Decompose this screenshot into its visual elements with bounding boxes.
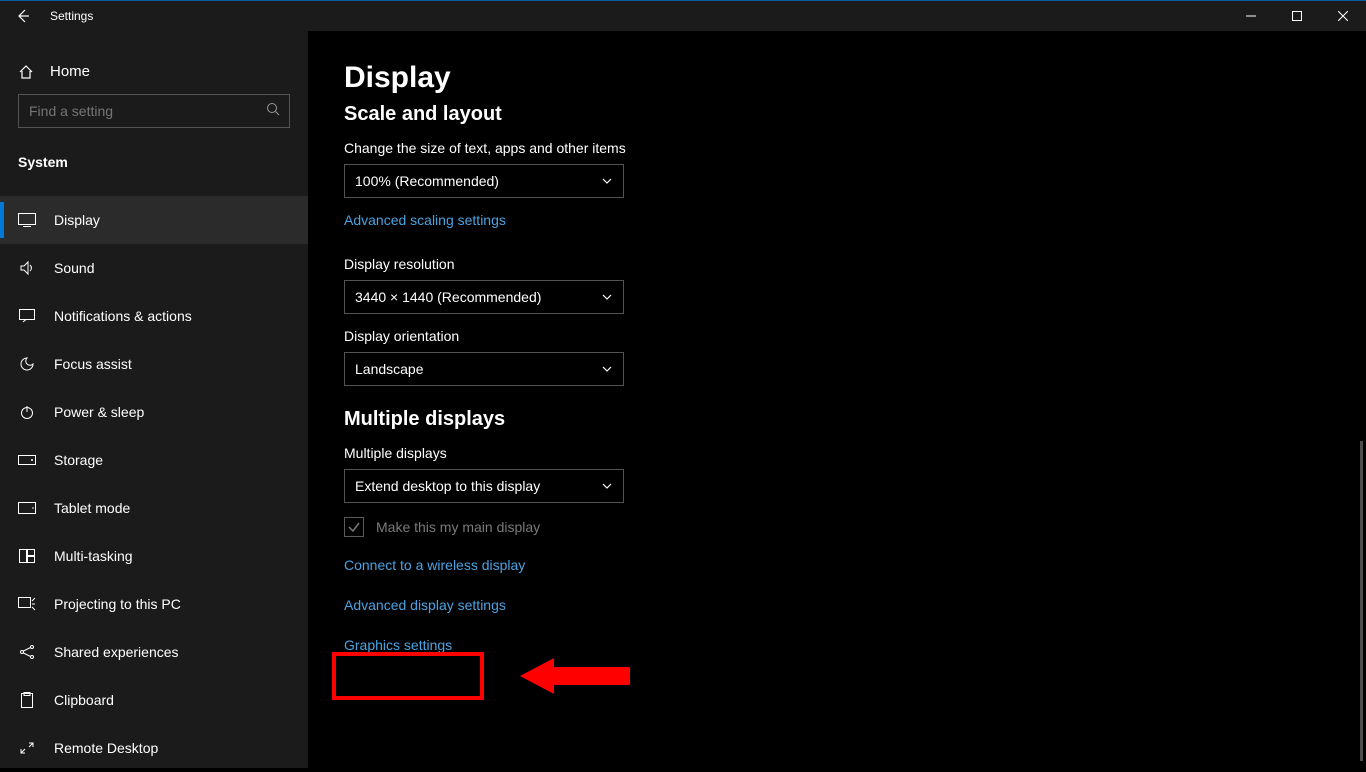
sidebar-item-label: Multi-tasking [54,548,133,564]
scrollbar[interactable] [1360,441,1363,761]
sidebar-item-label: Power & sleep [54,404,144,420]
maximize-icon [1292,11,1302,21]
resolution-dropdown[interactable]: 3440 × 1440 (Recommended) [344,280,624,314]
graphics-settings-link[interactable]: Graphics settings [344,637,452,653]
close-icon [1338,11,1348,21]
resolution-value: 3440 × 1440 (Recommended) [355,289,541,305]
check-icon [347,520,361,534]
minimize-button[interactable] [1228,1,1274,31]
window-title: Settings [46,9,93,23]
display-icon [18,213,36,227]
search-wrap [18,94,290,128]
orientation-label: Display orientation [344,328,1366,344]
close-button[interactable] [1320,1,1366,31]
sound-icon [18,260,36,276]
sidebar-nav: Display Sound Notifications & actions Fo… [0,196,308,772]
sidebar-item-display[interactable]: Display [0,196,308,244]
maximize-button[interactable] [1274,1,1320,31]
sidebar-item-label: Shared experiences [54,644,179,660]
sidebar-item-sound[interactable]: Sound [0,244,308,292]
remote-desktop-icon [18,741,36,755]
scale-value: 100% (Recommended) [355,173,499,189]
projecting-icon [18,597,36,611]
resolution-label: Display resolution [344,256,1366,272]
power-icon [18,404,36,420]
multi-label: Multiple displays [344,445,1366,461]
sidebar-item-shared-experiences[interactable]: Shared experiences [0,628,308,676]
sidebar: Home System Display Sound Notificatio [0,31,308,768]
back-arrow-icon [15,8,31,24]
window-controls [1228,1,1366,31]
clipboard-icon [18,692,36,708]
sidebar-item-label: Sound [54,260,94,276]
tablet-icon [18,502,36,514]
chevron-down-icon [601,480,613,492]
home-label: Home [50,63,90,80]
sidebar-item-label: Storage [54,452,103,468]
storage-icon [18,455,36,465]
sidebar-item-remote-desktop[interactable]: Remote Desktop [0,724,308,772]
advanced-scaling-link[interactable]: Advanced scaling settings [344,212,506,228]
focus-assist-icon [18,356,36,372]
sidebar-item-label: Focus assist [54,356,132,372]
sidebar-item-multitasking[interactable]: Multi-tasking [0,532,308,580]
sidebar-item-power-sleep[interactable]: Power & sleep [0,388,308,436]
sidebar-item-storage[interactable]: Storage [0,436,308,484]
section-multiple-displays: Multiple displays [344,408,1366,431]
main-display-checkbox-label: Make this my main display [376,519,540,535]
orientation-dropdown[interactable]: Landscape [344,352,624,386]
sidebar-item-clipboard[interactable]: Clipboard [0,676,308,724]
notifications-icon [18,309,36,323]
sidebar-item-label: Notifications & actions [54,308,192,324]
annotation-highlight-box [332,652,484,700]
advanced-display-link[interactable]: Advanced display settings [344,597,506,613]
orientation-value: Landscape [355,361,424,377]
sidebar-item-tablet-mode[interactable]: Tablet mode [0,484,308,532]
chevron-down-icon [601,363,613,375]
minimize-icon [1246,11,1256,21]
multi-dropdown[interactable]: Extend desktop to this display [344,469,624,503]
sidebar-item-label: Clipboard [54,692,114,708]
sidebar-item-notifications[interactable]: Notifications & actions [0,292,308,340]
sidebar-item-label: Remote Desktop [54,740,158,756]
search-icon [266,102,280,116]
sidebar-item-label: Tablet mode [54,500,130,516]
scale-dropdown[interactable]: 100% (Recommended) [344,164,624,198]
sidebar-item-label: Projecting to this PC [54,596,181,612]
section-scale-layout: Scale and layout [344,103,1366,126]
scale-label: Change the size of text, apps and other … [344,140,1366,156]
home-icon [18,64,34,80]
chevron-down-icon [601,291,613,303]
title-bar: Settings [0,1,1366,31]
sidebar-item-projecting[interactable]: Projecting to this PC [0,580,308,628]
sidebar-item-focus-assist[interactable]: Focus assist [0,340,308,388]
main-display-checkbox-row: Make this my main display [344,517,1366,537]
shared-icon [18,644,36,660]
multitasking-icon [18,549,36,563]
home-button[interactable]: Home [0,55,308,94]
sidebar-group-title: System [0,146,308,180]
search-input[interactable] [18,94,290,128]
main-display-checkbox [344,517,364,537]
multi-value: Extend desktop to this display [355,478,540,494]
sidebar-item-label: Display [54,212,100,228]
back-button[interactable] [0,1,46,31]
connect-wireless-link[interactable]: Connect to a wireless display [344,557,525,573]
chevron-down-icon [601,175,613,187]
page-title: Display [344,61,1366,95]
